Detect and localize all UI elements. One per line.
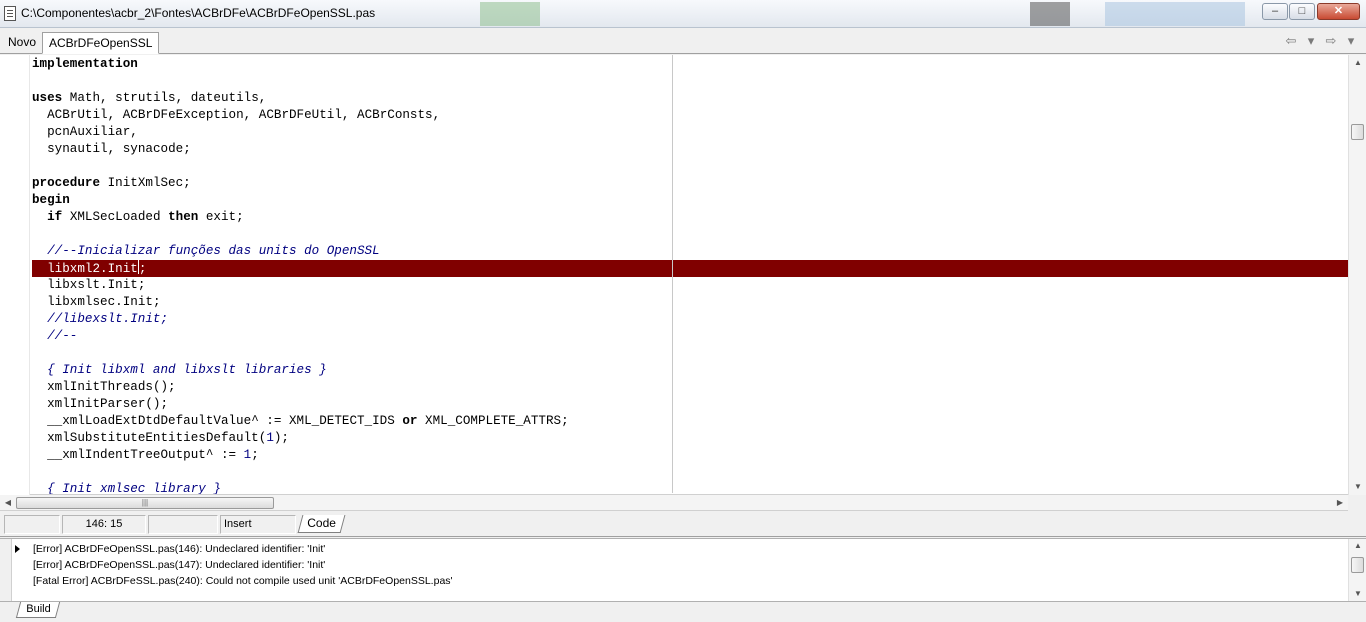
back-arrow-icon[interactable]: ⇦ — [1284, 33, 1298, 51]
editor-gutter[interactable] — [0, 55, 30, 495]
messages-scroll-thumb[interactable] — [1351, 557, 1364, 573]
messages-gutter — [0, 539, 12, 601]
tab-build-label: Build — [26, 603, 51, 615]
code-line[interactable]: implementation — [32, 56, 1348, 73]
code-editor[interactable]: implementation uses Math, strutils, dateu… — [0, 55, 1366, 495]
code-line[interactable]: { Init xmlsec library } — [32, 481, 1348, 494]
code-area[interactable]: implementation uses Math, strutils, dateu… — [32, 56, 1348, 494]
code-line[interactable]: pcnAuxiliar, — [32, 124, 1348, 141]
code-line[interactable]: __xmlLoadExtDtdDefaultValue^ := XML_DETE… — [32, 413, 1348, 430]
code-line[interactable]: libxslt.Init; — [32, 277, 1348, 294]
code-line[interactable]: synautil, synacode; — [32, 141, 1348, 158]
status-bar: 146: 15 Insert Code — [0, 512, 1366, 537]
text-caret — [137, 260, 139, 274]
scroll-down-icon[interactable]: ▼ — [1349, 479, 1366, 495]
chevron-down-icon[interactable]: ▾ — [1304, 33, 1318, 51]
vertical-scroll-thumb[interactable] — [1351, 124, 1364, 140]
forward-arrow-icon[interactable]: ⇨ — [1324, 33, 1338, 51]
tab-code[interactable]: Code — [297, 515, 346, 533]
insert-mode: Insert — [220, 515, 296, 534]
code-line[interactable]: xmlSubstituteEntitiesDefault(1); — [32, 430, 1348, 447]
code-line[interactable]: __xmlIndentTreeOutput^ := 1; — [32, 447, 1348, 464]
message-item[interactable]: [Error] ACBrDFeOpenSSL.pas(146): Undecla… — [33, 543, 325, 555]
scroll-up-icon[interactable]: ▲ — [1349, 55, 1366, 71]
status-panel-blank — [148, 515, 218, 534]
background-window-strip — [1030, 2, 1070, 26]
background-window-strip — [480, 2, 540, 26]
code-line[interactable]: //-- — [32, 328, 1348, 345]
close-button[interactable]: ✕ — [1317, 3, 1360, 20]
status-panel-modified — [4, 515, 60, 534]
right-margin-line — [672, 55, 673, 493]
scroll-up-icon[interactable]: ▲ — [1349, 539, 1366, 553]
code-line[interactable]: //--Inicializar funções das units do Ope… — [32, 243, 1348, 260]
message-item[interactable]: [Error] ACBrDFeOpenSSL.pas(147): Undecla… — [33, 559, 325, 571]
navigation-arrows: ⇦ ▾ ⇨ ▾ — [1284, 33, 1358, 51]
minimize-button[interactable]: – — [1262, 3, 1288, 20]
cursor-position: 146: 15 — [62, 515, 146, 534]
title-bar: C:\Componentes\acbr_2\Fontes\ACBrDFe\ACB… — [0, 0, 1366, 28]
scroll-right-icon[interactable]: ▶ — [1332, 495, 1348, 511]
code-line[interactable] — [32, 345, 1348, 362]
code-line[interactable] — [32, 226, 1348, 243]
tab-novo[interactable]: Novo — [2, 32, 42, 54]
code-line[interactable] — [32, 158, 1348, 175]
maximize-button[interactable]: □ — [1289, 3, 1315, 20]
code-line[interactable]: libxmlsec.Init; — [32, 294, 1348, 311]
current-message-arrow-icon — [15, 545, 20, 553]
code-line[interactable]: if XMLSecLoaded then exit; — [32, 209, 1348, 226]
tab-acbrdfeopenssl[interactable]: ACBrDFeOpenSSL — [42, 32, 160, 54]
messages-panel[interactable]: [Error] ACBrDFeOpenSSL.pas(146): Undecla… — [0, 538, 1366, 602]
scroll-down-icon[interactable]: ▼ — [1349, 587, 1366, 601]
code-line[interactable] — [32, 73, 1348, 90]
code-line[interactable]: xmlInitParser(); — [32, 396, 1348, 413]
code-line[interactable]: procedure InitXmlSec; — [32, 175, 1348, 192]
horizontal-scroll-thumb[interactable]: ||| — [16, 497, 274, 509]
messages-scrollbar[interactable]: ▲ ▼ — [1348, 539, 1366, 601]
file-icon — [4, 6, 16, 21]
code-line[interactable]: xmlInitThreads(); — [32, 379, 1348, 396]
vertical-scrollbar[interactable]: ▲ ▼ — [1348, 55, 1366, 495]
code-line[interactable]: libxml2.Init; — [32, 260, 1348, 277]
tab-build[interactable]: Build — [15, 602, 61, 618]
background-window-strip — [1105, 2, 1245, 26]
horizontal-scrollbar[interactable]: ◀ ||| ▶ — [0, 495, 1348, 511]
editor-tab-bar: Novo ACBrDFeOpenSSL ⇦ ▾ ⇨ ▾ — [0, 29, 1366, 54]
code-line[interactable]: ACBrUtil, ACBrDFeException, ACBrDFeUtil,… — [32, 107, 1348, 124]
code-line[interactable]: //libexslt.Init; — [32, 311, 1348, 328]
code-line[interactable]: begin — [32, 192, 1348, 209]
code-line[interactable]: { Init libxml and libxslt libraries } — [32, 362, 1348, 379]
messages-tab-bar: Build — [0, 602, 1366, 622]
scroll-left-icon[interactable]: ◀ — [0, 495, 16, 511]
tab-list-dropdown-icon[interactable]: ▾ — [1344, 33, 1358, 51]
tab-code-label: Code — [307, 516, 336, 530]
code-line[interactable] — [32, 464, 1348, 481]
message-item[interactable]: [Fatal Error] ACBrDFeSSL.pas(240): Could… — [33, 575, 453, 587]
window-title: C:\Componentes\acbr_2\Fontes\ACBrDFe\ACB… — [21, 6, 376, 20]
code-line[interactable]: uses Math, strutils, dateutils, — [32, 90, 1348, 107]
